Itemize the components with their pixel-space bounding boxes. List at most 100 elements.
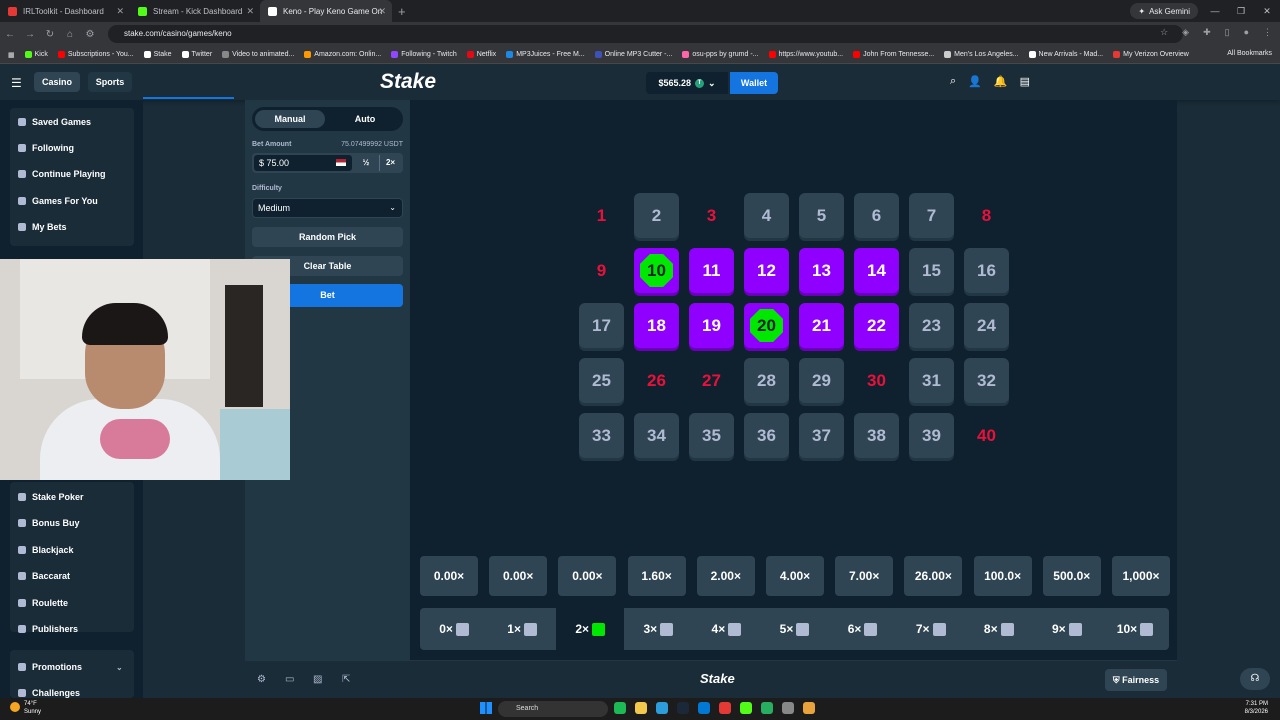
double-bet-button[interactable]: 2× <box>379 155 401 171</box>
sidebar-item-publishers[interactable]: Publishers <box>18 624 78 634</box>
theatre-mode-icon[interactable]: ▭ <box>285 674 297 686</box>
sidebar-item-baccarat[interactable]: Baccarat <box>18 571 70 581</box>
casino-tab[interactable]: Casino <box>34 72 80 92</box>
keno-tile[interactable]: 13 <box>799 248 844 293</box>
random-pick-button[interactable]: Random Pick <box>252 227 403 247</box>
fairness-button[interactable]: ⛨ Fairness <box>1105 669 1167 691</box>
keno-tile[interactable]: 8 <box>964 193 1009 238</box>
bookmark-item[interactable]: John From Tennesse... <box>853 51 934 58</box>
bookmark-item[interactable]: Kick <box>24 51 48 58</box>
taskbar-clock[interactable]: 7:31 PM 8/3/2026 <box>1245 700 1268 716</box>
keno-tile[interactable]: 4 <box>744 193 789 238</box>
notification-bell-icon[interactable]: 🔔 <box>994 75 1008 88</box>
difficulty-select[interactable]: Medium ⌄ <box>252 198 403 218</box>
puzzle-icon[interactable]: ✚ <box>1203 27 1211 38</box>
app-icon[interactable] <box>698 702 710 714</box>
keno-tile[interactable]: 14 <box>854 248 899 293</box>
wallet-button[interactable]: Wallet <box>730 72 778 94</box>
bookmark-item[interactable]: Netflix <box>466 51 496 58</box>
new-tab-icon[interactable]: + <box>398 4 406 19</box>
menu-hamburger-icon[interactable]: ☰ <box>11 76 22 90</box>
keno-tile[interactable]: 19 <box>689 303 734 348</box>
half-bet-button[interactable]: ½ <box>355 155 377 171</box>
keno-tile[interactable]: 34 <box>634 413 679 458</box>
keno-tile[interactable]: 27 <box>689 358 734 403</box>
file-explorer-icon[interactable] <box>635 702 647 714</box>
bookmark-item[interactable]: https://www.youtub... <box>768 51 843 58</box>
weather-widget[interactable]: 74°F Sunny <box>10 700 41 716</box>
sidebar-item-games-for-you[interactable]: Games For You <box>18 196 98 206</box>
keno-tile[interactable]: 29 <box>799 358 844 403</box>
windows-start-icon[interactable] <box>480 702 492 714</box>
keno-tile[interactable]: 6 <box>854 193 899 238</box>
keno-tile[interactable]: 18 <box>634 303 679 348</box>
url-field[interactable]: stake.com/casino/games/keno <box>108 25 1183 43</box>
sidebar-item-bonus-buy[interactable]: Bonus Buy <box>18 518 80 528</box>
apps-grid-icon[interactable]: ▦ <box>8 51 15 59</box>
keno-tile[interactable]: 40 <box>964 413 1009 458</box>
bookmark-item[interactable]: Video to animated... <box>222 51 294 58</box>
sidebar-item-continue-playing[interactable]: Continue Playing <box>18 169 106 179</box>
settings-icon[interactable]: ⚙ <box>257 674 269 686</box>
app-icon[interactable] <box>656 702 668 714</box>
tab-kick-dashboard[interactable]: Stream - Kick Dashboard ✕ <box>130 0 260 22</box>
bookmark-item[interactable]: MP3Juices - Free M... <box>506 51 585 58</box>
keno-tile[interactable]: 31 <box>909 358 954 403</box>
keno-tile[interactable]: 7 <box>909 193 954 238</box>
bookmark-item[interactable]: Men's Los Angeles... <box>944 51 1019 58</box>
spotify-icon[interactable] <box>614 702 626 714</box>
all-bookmarks-button[interactable]: All Bookmarks <box>1227 50 1272 57</box>
close-tab-icon[interactable]: ✕ <box>116 6 124 17</box>
keno-tile[interactable]: 28 <box>744 358 789 403</box>
balance-selector[interactable]: $565.28 T ⌄ <box>646 72 728 94</box>
bookmark-item[interactable]: Subscriptions - You... <box>57 51 134 58</box>
site-info-icon[interactable]: ⚙ <box>80 29 100 40</box>
keno-tile[interactable]: 30 <box>854 358 899 403</box>
sidebar-item-my-bets[interactable]: My Bets <box>18 222 67 232</box>
manual-mode-button[interactable]: Manual <box>255 110 325 128</box>
bookmark-item[interactable]: Amazon.com: Onlin... <box>304 51 381 58</box>
keno-tile[interactable]: 3 <box>689 193 734 238</box>
keno-tile[interactable]: 20 <box>744 303 789 348</box>
kick-icon[interactable] <box>740 702 752 714</box>
keno-tile[interactable]: 9 <box>579 248 624 293</box>
keno-tile[interactable]: 1 <box>579 193 624 238</box>
sidebar-item-stake-poker[interactable]: Stake Poker <box>18 492 84 502</box>
minimize-icon[interactable]: — <box>1202 0 1228 22</box>
bookmark-star-icon[interactable]: ☆ <box>1160 27 1168 38</box>
bookmark-item[interactable]: Online MP3 Cutter -... <box>594 51 672 58</box>
ask-gemini-button[interactable]: ✦ Ask Gemini <box>1130 3 1198 19</box>
bookmark-item[interactable]: My Verizon Overview <box>1113 51 1189 58</box>
live-support-headset-icon[interactable]: ☊ <box>1240 668 1270 690</box>
forward-icon[interactable]: → <box>20 29 40 40</box>
keno-tile[interactable]: 12 <box>744 248 789 293</box>
close-tab-icon[interactable]: ✕ <box>246 6 254 17</box>
app-icon[interactable] <box>761 702 773 714</box>
home-icon[interactable]: ⌂ <box>60 29 80 40</box>
sidebar-item-blackjack[interactable]: Blackjack <box>18 545 74 555</box>
bookmark-item[interactable]: Stake <box>143 51 172 58</box>
search-icon[interactable]: ⌕ <box>950 75 956 88</box>
app-icon[interactable] <box>719 702 731 714</box>
chat-panel-icon[interactable]: ▤ <box>1020 75 1030 88</box>
taskbar-search[interactable]: Search <box>498 701 608 717</box>
keno-tile[interactable]: 37 <box>799 413 844 458</box>
bookmark-item[interactable]: Following - Twitch <box>391 51 457 58</box>
keno-tile[interactable]: 25 <box>579 358 624 403</box>
keno-tile[interactable]: 39 <box>909 413 954 458</box>
keno-tile[interactable]: 36 <box>744 413 789 458</box>
bet-amount-input[interactable]: $ 75.00 <box>254 155 352 171</box>
bookmark-item[interactable]: New Arrivals - Mad... <box>1028 51 1103 58</box>
keno-tile[interactable]: 16 <box>964 248 1009 293</box>
stats-icon[interactable]: ▨ <box>313 674 325 686</box>
sports-tab[interactable]: Sports <box>88 72 132 92</box>
keno-tile[interactable]: 35 <box>689 413 734 458</box>
settings-icon[interactable] <box>782 702 794 714</box>
sidebar-item-promotions[interactable]: Promotions ⌄ <box>18 662 123 672</box>
keno-tile[interactable]: 11 <box>689 248 734 293</box>
keno-tile[interactable]: 10 <box>634 248 679 293</box>
maximize-icon[interactable]: ❐ <box>1228 0 1254 22</box>
keno-tile[interactable]: 17 <box>579 303 624 348</box>
close-window-icon[interactable]: ✕ <box>1254 0 1280 22</box>
keno-tile[interactable]: 22 <box>854 303 899 348</box>
